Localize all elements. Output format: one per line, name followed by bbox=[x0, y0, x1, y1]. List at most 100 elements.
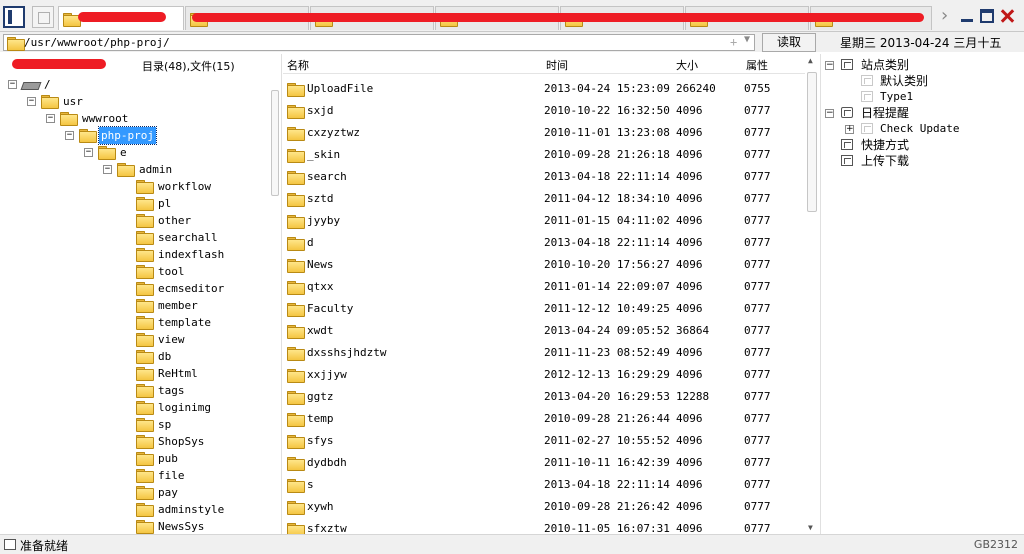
file-time: 2013-04-18 22:11:14 bbox=[544, 236, 670, 249]
file-row[interactable]: dxsshsjhdztw 2011-11-23 08:52:49 4096 0777 bbox=[283, 342, 805, 364]
side-panel-item[interactable]: − 站点类别 bbox=[821, 57, 1021, 73]
tree-node[interactable]: ShopSys bbox=[0, 433, 268, 450]
tree-node[interactable]: template bbox=[0, 314, 268, 331]
file-row[interactable]: News 2010-10-20 17:56:27 4096 0777 bbox=[283, 254, 805, 276]
chevron-down-icon[interactable]: ▼ bbox=[744, 34, 750, 45]
file-row[interactable]: temp 2010-09-28 21:26:44 4096 0777 bbox=[283, 408, 805, 430]
tree-node[interactable]: workflow bbox=[0, 178, 268, 195]
file-name: _skin bbox=[307, 148, 341, 161]
file-list-scrollbar[interactable]: ▲ ▼ bbox=[806, 54, 818, 534]
file-row[interactable]: sxjd 2010-10-22 16:32:50 4096 0777 bbox=[283, 100, 805, 122]
add-bookmark-icon[interactable]: + bbox=[730, 35, 737, 49]
column-size[interactable]: 大小 bbox=[676, 57, 698, 73]
collapse-icon[interactable]: − bbox=[825, 109, 834, 118]
scrollbar-thumb[interactable] bbox=[807, 72, 817, 212]
file-row[interactable]: UploadFile 2013-04-24 15:23:09 266240 0755 bbox=[283, 78, 805, 100]
file-row[interactable]: d 2013-04-18 22:11:14 4096 0777 bbox=[283, 232, 805, 254]
side-panel-item[interactable]: + Check Update bbox=[821, 121, 1021, 137]
expand-icon[interactable]: + bbox=[845, 125, 854, 134]
file-row[interactable]: jyyby 2011-01-15 04:11:02 4096 0777 bbox=[283, 210, 805, 232]
tree-node-label: pay bbox=[158, 486, 178, 499]
tree-node-label: usr bbox=[63, 95, 83, 108]
window-icon[interactable] bbox=[32, 6, 54, 28]
side-panel-item[interactable]: 快捷方式 bbox=[821, 137, 1021, 153]
tree-node[interactable]: − php-proj bbox=[0, 126, 268, 145]
tree-node[interactable]: searchall bbox=[0, 229, 268, 246]
file-time: 2011-02-27 10:55:52 bbox=[544, 434, 670, 447]
file-row[interactable]: search 2013-04-18 22:11:14 4096 0777 bbox=[283, 166, 805, 188]
column-name[interactable]: 名称 bbox=[287, 57, 309, 73]
collapse-icon[interactable]: − bbox=[103, 165, 112, 174]
folder-icon bbox=[136, 452, 154, 466]
file-row[interactable]: dydbdh 2011-10-11 16:42:39 4096 0777 bbox=[283, 452, 805, 474]
file-name: dydbdh bbox=[307, 456, 347, 469]
file-time: 2011-11-23 08:52:49 bbox=[544, 346, 670, 359]
tree-node[interactable]: − e bbox=[0, 144, 268, 161]
status-bar: 准备就绪 GB2312 bbox=[0, 534, 1024, 554]
chevron-right-icon[interactable]: › bbox=[939, 6, 950, 26]
tree-node[interactable]: NewsSys bbox=[0, 518, 268, 534]
tree-node[interactable]: pay bbox=[0, 484, 268, 501]
path-input[interactable] bbox=[24, 35, 704, 50]
tree-node[interactable]: − admin bbox=[0, 161, 268, 178]
tree-node[interactable]: loginimg bbox=[0, 399, 268, 416]
side-panel-item[interactable]: 默认类别 bbox=[821, 73, 1021, 89]
tree-node-label: db bbox=[158, 350, 172, 363]
maximize-icon[interactable] bbox=[980, 9, 994, 23]
tree-node[interactable]: tags bbox=[0, 382, 268, 399]
side-panel-item[interactable]: Type1 bbox=[821, 89, 1021, 105]
column-time[interactable]: 时间 bbox=[546, 57, 568, 73]
file-row[interactable]: sfxztw 2010-11-05 16:07:31 4096 0777 bbox=[283, 518, 805, 534]
scrollbar-thumb[interactable] bbox=[271, 90, 279, 196]
file-row[interactable]: cxzyztwz 2010-11-01 13:23:08 4096 0777 bbox=[283, 122, 805, 144]
file-row[interactable]: qtxx 2011-01-14 22:09:07 4096 0777 bbox=[283, 276, 805, 298]
file-size: 4096 bbox=[676, 456, 703, 469]
side-panel-item[interactable]: 上传下载 bbox=[821, 153, 1021, 169]
folder-icon bbox=[287, 325, 305, 339]
scroll-up-icon[interactable]: ▲ bbox=[808, 56, 813, 65]
tree-node[interactable]: db bbox=[0, 348, 268, 365]
tree-node[interactable]: view bbox=[0, 331, 268, 348]
tree-node[interactable]: ReHtml bbox=[0, 365, 268, 382]
tree-node[interactable]: − usr bbox=[0, 93, 268, 110]
tree-node[interactable]: − / bbox=[0, 76, 268, 93]
tree-node[interactable]: other bbox=[0, 212, 268, 229]
collapse-icon[interactable]: − bbox=[84, 148, 93, 157]
tree-scrollbar[interactable]: ▼ bbox=[270, 90, 280, 534]
file-row[interactable]: xwdt 2013-04-24 09:05:52 36864 0777 bbox=[283, 320, 805, 342]
tree-node[interactable]: sp bbox=[0, 416, 268, 433]
collapse-icon[interactable]: − bbox=[46, 114, 55, 123]
tree-node[interactable]: pub bbox=[0, 450, 268, 467]
path-field[interactable]: + ▼ bbox=[3, 34, 755, 51]
scroll-down-icon[interactable]: ▼ bbox=[808, 523, 813, 532]
file-row[interactable]: sztd 2011-04-12 18:34:10 4096 0777 bbox=[283, 188, 805, 210]
file-row[interactable]: ggtz 2013-04-20 16:29:53 12288 0777 bbox=[283, 386, 805, 408]
column-attr[interactable]: 属性 bbox=[746, 57, 768, 73]
tree-node[interactable]: ecmseditor bbox=[0, 280, 268, 297]
file-attr: 0777 bbox=[744, 522, 771, 534]
close-icon[interactable] bbox=[1000, 9, 1014, 23]
file-row[interactable]: sfys 2011-02-27 10:55:52 4096 0777 bbox=[283, 430, 805, 452]
file-row[interactable]: Faculty 2011-12-12 10:49:25 4096 0777 bbox=[283, 298, 805, 320]
tree-node[interactable]: indexflash bbox=[0, 246, 268, 263]
tree-node[interactable]: pl bbox=[0, 195, 268, 212]
collapse-icon[interactable]: − bbox=[27, 97, 36, 106]
sidebar-toggle-icon[interactable] bbox=[3, 6, 25, 28]
tree-node[interactable]: member bbox=[0, 297, 268, 314]
file-row[interactable]: xxjjyw 2012-12-13 16:29:29 4096 0777 bbox=[283, 364, 805, 386]
side-panel-item[interactable]: − 日程提醒 bbox=[821, 105, 1021, 121]
file-row[interactable]: xywh 2010-09-28 21:26:42 4096 0777 bbox=[283, 496, 805, 518]
collapse-icon[interactable]: − bbox=[65, 131, 74, 140]
minimize-icon[interactable] bbox=[960, 9, 974, 23]
file-row[interactable]: _skin 2010-09-28 21:26:18 4096 0777 bbox=[283, 144, 805, 166]
tree-node-label: e bbox=[120, 146, 127, 159]
read-button[interactable]: 读取 bbox=[762, 33, 816, 52]
file-row[interactable]: s 2013-04-18 22:11:14 4096 0777 bbox=[283, 474, 805, 496]
tree-node[interactable]: − wwwroot bbox=[0, 110, 268, 127]
tree-node[interactable]: adminstyle bbox=[0, 501, 268, 518]
encoding-label[interactable]: GB2312 bbox=[974, 538, 1018, 551]
tree-node[interactable]: tool bbox=[0, 263, 268, 280]
tree-node[interactable]: file bbox=[0, 467, 268, 484]
collapse-icon[interactable]: − bbox=[825, 61, 834, 70]
collapse-icon[interactable]: − bbox=[8, 80, 17, 89]
